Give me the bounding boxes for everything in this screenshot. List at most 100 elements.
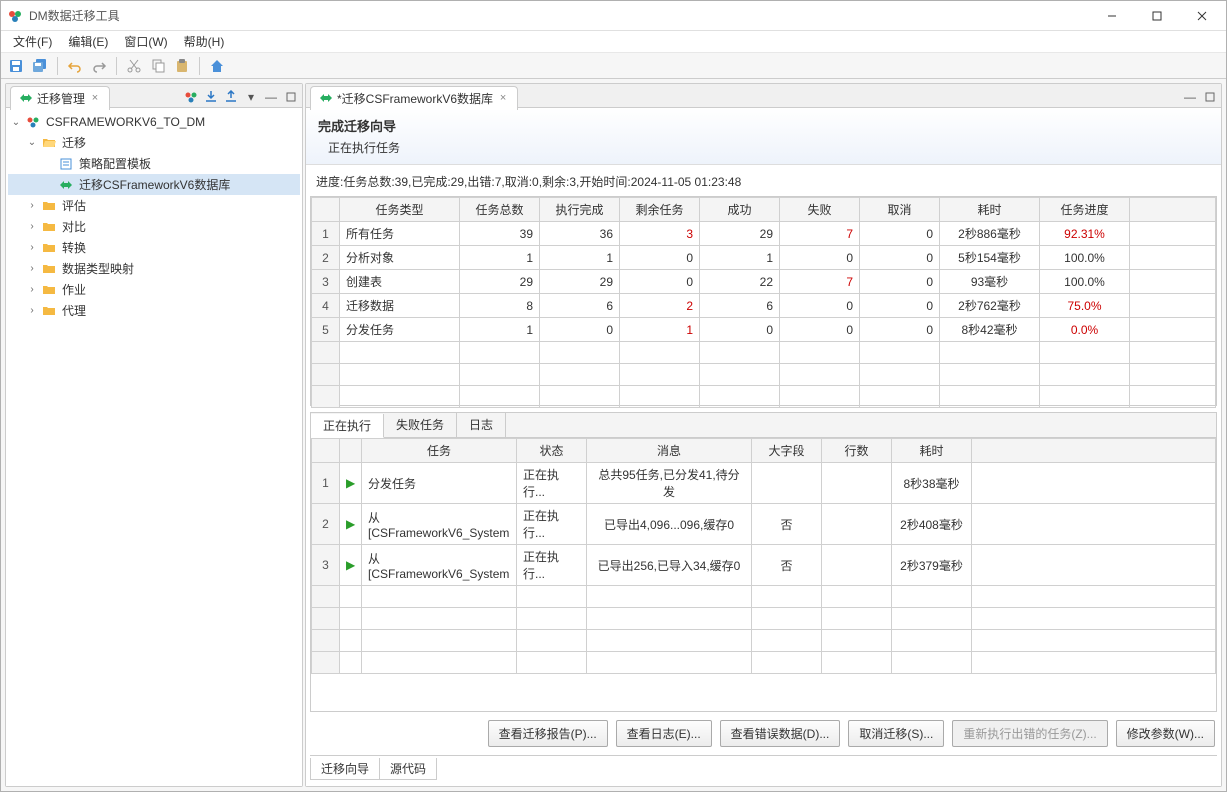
table-row[interactable]: 1所有任务3936329702秒886毫秒92.31% — [312, 222, 1216, 246]
tab-running[interactable]: 正在执行 — [311, 414, 384, 438]
tab-log[interactable]: 日志 — [457, 413, 506, 437]
collapse-icon[interactable]: ⌄ — [10, 116, 22, 128]
cell-success: 22 — [700, 270, 780, 294]
col-total: 任务总数 — [460, 198, 540, 222]
copy-button[interactable] — [147, 55, 169, 77]
close-button[interactable] — [1179, 2, 1224, 30]
minimize-panel-icon[interactable]: ― — [262, 88, 280, 106]
wizard-title: 完成迁移向导 — [318, 116, 1209, 135]
bottom-tab-wizard[interactable]: 迁移向导 — [310, 758, 380, 780]
collapse-icon[interactable]: ⌄ — [26, 137, 38, 149]
maximize-panel-icon[interactable] — [282, 88, 300, 106]
export-icon[interactable] — [222, 88, 240, 106]
expand-icon[interactable]: › — [26, 263, 38, 275]
sidebar-tabs: 迁移管理 × ▾ ― — [6, 84, 302, 108]
cancel-migration-button[interactable]: 取消迁移(S)... — [848, 720, 944, 747]
expand-icon[interactable]: › — [26, 305, 38, 317]
import-icon[interactable] — [202, 88, 220, 106]
tree-node-evaluate[interactable]: › 评估 — [8, 195, 300, 216]
cell-progress: 100.0% — [1040, 246, 1130, 270]
cell-total: 1 — [460, 246, 540, 270]
folder-icon — [41, 303, 57, 319]
undo-button[interactable] — [64, 55, 86, 77]
wizard-header: 完成迁移向导 正在执行任务 — [306, 108, 1221, 165]
modify-params-button[interactable]: 修改参数(W)... — [1116, 720, 1215, 747]
menu-file[interactable]: 文件(F) — [5, 31, 60, 52]
tree-label: CSFRAMEWORKV6_TO_DM — [44, 115, 205, 129]
editor-tab-migrate-db[interactable]: *迁移CSFrameworkV6数据库 × — [310, 86, 518, 110]
col-rownum — [312, 439, 340, 463]
cell-rownum: 5 — [312, 318, 340, 342]
cell-total: 29 — [460, 270, 540, 294]
tree-node-policy-template[interactable]: 策略配置模板 — [8, 153, 300, 174]
cell-empty — [972, 463, 1216, 504]
bottom-tab-source[interactable]: 源代码 — [379, 758, 437, 780]
view-error-button[interactable]: 查看错误数据(D)... — [720, 720, 841, 747]
expand-icon[interactable]: › — [26, 200, 38, 212]
cell-remain: 3 — [620, 222, 700, 246]
col-cancel: 取消 — [860, 198, 940, 222]
save-all-button[interactable] — [29, 55, 51, 77]
close-icon[interactable]: × — [89, 92, 101, 104]
sidebar-tab-migration-mgmt[interactable]: 迁移管理 × — [10, 86, 110, 110]
cell-cancel: 0 — [860, 246, 940, 270]
maximize-panel-icon[interactable] — [1201, 88, 1219, 106]
minimize-button[interactable] — [1089, 2, 1134, 30]
view-report-button[interactable]: 查看迁移报告(P)... — [488, 720, 608, 747]
table-row[interactable]: 5分发任务1010008秒42毫秒0.0% — [312, 318, 1216, 342]
menu-window[interactable]: 窗口(W) — [116, 31, 175, 52]
table-row[interactable]: 1▶分发任务正在执行...总共95任务,已分发41,待分发8秒38毫秒 — [312, 463, 1216, 504]
col-remain: 剩余任务 — [620, 198, 700, 222]
menu-help[interactable]: 帮助(H) — [176, 31, 233, 52]
expand-icon[interactable]: › — [26, 242, 38, 254]
expand-icon[interactable]: › — [26, 284, 38, 296]
tree-node-convert[interactable]: › 转换 — [8, 237, 300, 258]
table-row[interactable]: 2分析对象1101005秒154毫秒100.0% — [312, 246, 1216, 270]
tree-node-jobs[interactable]: › 作业 — [8, 279, 300, 300]
table-row[interactable]: 3创建表29290227093毫秒100.0% — [312, 270, 1216, 294]
rerun-failed-button: 重新执行出错的任务(Z)... — [952, 720, 1107, 747]
toolbar — [1, 53, 1226, 79]
tree-node-agent[interactable]: › 代理 — [8, 300, 300, 321]
table-row[interactable]: 4迁移数据8626002秒762毫秒75.0% — [312, 294, 1216, 318]
cluster-icon[interactable] — [182, 88, 200, 106]
home-button[interactable] — [206, 55, 228, 77]
minimize-panel-icon[interactable]: ― — [1181, 88, 1199, 106]
cell-remain: 0 — [620, 246, 700, 270]
cell-type: 分发任务 — [340, 318, 460, 342]
cell-state: 正在执行... — [517, 545, 587, 586]
dropdown-icon[interactable]: ▾ — [242, 88, 260, 106]
maximize-button[interactable] — [1134, 2, 1179, 30]
table-row[interactable]: 2▶从[CSFrameworkV6_System正在执行...已导出4,096.… — [312, 504, 1216, 545]
col-rownum — [312, 198, 340, 222]
tree-node-compare[interactable]: › 对比 — [8, 216, 300, 237]
cell-bigfield: 否 — [752, 504, 822, 545]
migration-tree[interactable]: ⌄ CSFRAMEWORKV6_TO_DM ⌄ 迁移 策略配置模板 迁移CSFr… — [6, 108, 302, 786]
paste-button[interactable] — [171, 55, 193, 77]
folder-icon — [41, 261, 57, 277]
tree-node-migrate-db[interactable]: 迁移CSFrameworkV6数据库 — [8, 174, 300, 195]
cell-bigfield: 否 — [752, 545, 822, 586]
table-row[interactable]: 3▶从[CSFrameworkV6_System正在执行...已导出256,已导… — [312, 545, 1216, 586]
cell-empty — [972, 504, 1216, 545]
sidebar-tab-label: 迁移管理 — [37, 90, 85, 107]
menu-edit[interactable]: 编辑(E) — [60, 31, 116, 52]
cut-button[interactable] — [123, 55, 145, 77]
tree-node-type-mapping[interactable]: › 数据类型映射 — [8, 258, 300, 279]
view-log-button[interactable]: 查看日志(E)... — [616, 720, 712, 747]
running-table-container: 任务 状态 消息 大字段 行数 耗时 1▶分发任务正在执行...总共95任务,已… — [310, 437, 1217, 712]
tab-failed[interactable]: 失败任务 — [384, 413, 457, 437]
cell-remain: 0 — [620, 270, 700, 294]
close-icon[interactable]: × — [497, 92, 509, 104]
expand-icon[interactable]: › — [26, 221, 38, 233]
col-message: 消息 — [587, 439, 752, 463]
cell-rownum: 1 — [312, 222, 340, 246]
redo-button[interactable] — [88, 55, 110, 77]
cell-elapsed: 2秒379毫秒 — [892, 545, 972, 586]
save-button[interactable] — [5, 55, 27, 77]
main-window: DM数据迁移工具 文件(F) 编辑(E) 窗口(W) 帮助(H) — [0, 0, 1227, 792]
table-header-row: 任务类型 任务总数 执行完成 剩余任务 成功 失败 取消 耗时 任务进度 — [312, 198, 1216, 222]
cell-message: 总共95任务,已分发41,待分发 — [587, 463, 752, 504]
tree-node-migrate[interactable]: ⌄ 迁移 — [8, 132, 300, 153]
tree-node-root[interactable]: ⌄ CSFRAMEWORKV6_TO_DM — [8, 112, 300, 132]
